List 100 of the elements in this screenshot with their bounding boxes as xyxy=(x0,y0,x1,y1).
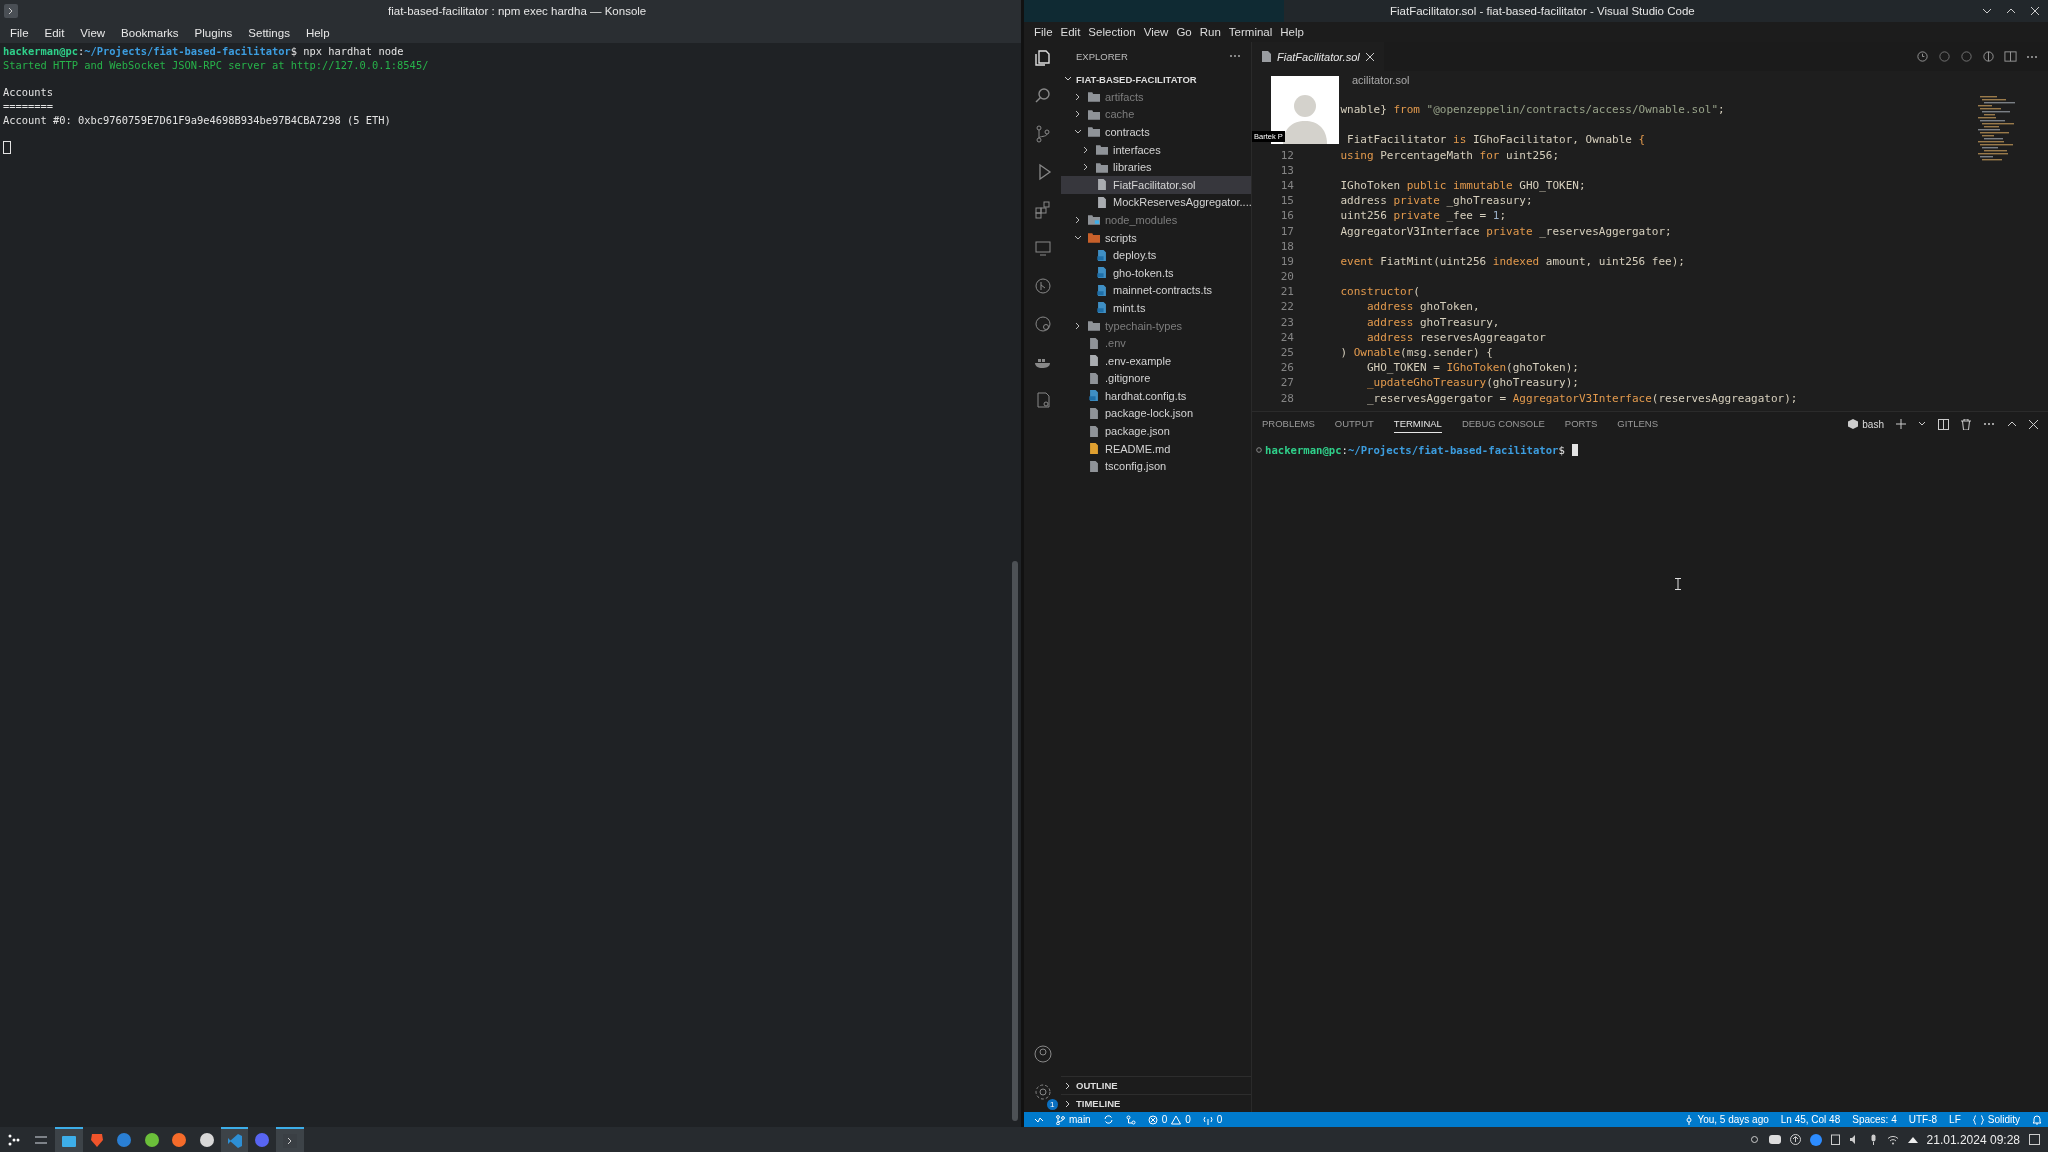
file-tree-item[interactable]: interfaces xyxy=(1061,140,1251,159)
menu-item[interactable]: Edit xyxy=(36,26,73,39)
file-tree-item[interactable]: MockReservesAggregator.... xyxy=(1061,193,1251,212)
sync-icon[interactable] xyxy=(1102,1114,1114,1125)
error-icon xyxy=(1147,1114,1158,1125)
compare-icon[interactable] xyxy=(1982,50,1995,63)
split-editor-icon[interactable] xyxy=(2004,50,2017,63)
code-line: FiatFacilitator is IGhoFacilitator, Ownable { xyxy=(1346,132,1646,148)
file-tree-item[interactable]: gho-token.ts xyxy=(1061,263,1251,282)
window-title: fiat-based-facilitator : npm exec hardha — Konsole xyxy=(388,5,647,17)
file-tree-item[interactable]: mainnet-contracts.ts xyxy=(1061,281,1251,300)
problems-button[interactable]: 0 0 xyxy=(1147,1114,1191,1125)
minimize-icon[interactable] xyxy=(1982,6,1992,16)
file-tree-item[interactable]: libraries xyxy=(1061,158,1251,176)
microphone-icon[interactable] xyxy=(1868,1134,1878,1145)
file-icon xyxy=(1088,337,1100,349)
panel-tab[interactable]: GITLENS xyxy=(1617,415,1658,433)
video-app-icon[interactable] xyxy=(1809,1133,1822,1146)
file-icon xyxy=(1096,267,1108,279)
clipboard-icon[interactable] xyxy=(1830,1134,1840,1145)
menu-item[interactable]: Go xyxy=(1172,26,1196,38)
chevron-down-icon[interactable] xyxy=(1918,420,1926,428)
menu-item[interactable]: Edit xyxy=(1056,26,1085,38)
panel-tab[interactable]: TERMINAL xyxy=(1393,415,1442,433)
branch-button[interactable]: main xyxy=(1056,1114,1091,1125)
graph-icon[interactable] xyxy=(1125,1114,1136,1125)
menu-item[interactable]: Settings xyxy=(240,26,298,39)
chevron-up-icon[interactable] xyxy=(2007,420,2017,428)
close-icon[interactable] xyxy=(1365,52,1374,61)
upload-icon[interactable] xyxy=(1789,1134,1801,1145)
file-tree-item[interactable]: node_modules xyxy=(1061,211,1251,229)
menu-item[interactable]: Selection xyxy=(1084,26,1140,38)
show-desktop-icon[interactable] xyxy=(2029,1134,2040,1145)
cursor-position[interactable]: Ln 45, Col 48 xyxy=(1780,1114,1841,1125)
close-icon[interactable] xyxy=(2029,419,2038,429)
terminal-line: Started HTTP and WebSocket JSON-RPC server at http://127.0.0.1:8545/ xyxy=(3,58,429,73)
panel-tab[interactable]: OUTPUT xyxy=(1334,415,1374,433)
taskbar-app-icon[interactable] xyxy=(275,1127,304,1152)
file-tree-item[interactable]: scripts xyxy=(1061,228,1251,247)
warning-icon xyxy=(1171,1114,1182,1125)
plus-icon[interactable] xyxy=(1896,419,1906,429)
file-tree-item[interactable]: contracts xyxy=(1061,123,1251,141)
bell-icon[interactable] xyxy=(2032,1114,2042,1125)
terminal-shell-button[interactable]: bash xyxy=(1848,418,1884,430)
menu-item[interactable]: Bookmarks xyxy=(113,26,187,39)
extensions-icon[interactable] xyxy=(1032,200,1053,220)
history-icon[interactable] xyxy=(1916,50,1929,63)
menu-item[interactable]: View xyxy=(72,26,114,39)
chat-icon[interactable] xyxy=(1768,1134,1781,1145)
file-tree-item[interactable]: typechain-types xyxy=(1061,316,1251,335)
panel-tab[interactable]: DEBUG CONSOLE xyxy=(1461,415,1545,433)
wifi-icon[interactable] xyxy=(1886,1134,1899,1145)
file-tree-item[interactable]: .env xyxy=(1061,334,1251,352)
menu-item[interactable]: Run xyxy=(1195,26,1225,38)
panel-tab[interactable]: PORTS xyxy=(1564,415,1598,433)
close-icon[interactable] xyxy=(2030,6,2040,16)
folder-header[interactable]: FIAT-BASED-FACILITATOR xyxy=(1061,70,1251,88)
menu-item[interactable]: View xyxy=(1139,26,1173,38)
files-icon[interactable] xyxy=(1032,48,1053,68)
more-icon[interactable] xyxy=(1229,54,1241,58)
file-tree-item[interactable]: FiatFacilitator.sol xyxy=(1061,175,1251,194)
menu-item[interactable]: Help xyxy=(1276,26,1308,38)
file-tree-item[interactable]: mint.ts xyxy=(1061,299,1251,317)
file-tree-item[interactable]: cache xyxy=(1061,105,1251,124)
blame-button[interactable]: You, 5 days ago xyxy=(1685,1114,1769,1125)
account-icon[interactable] xyxy=(1032,1044,1053,1064)
file-tree-item[interactable]: hardhat.config.ts xyxy=(1061,387,1251,405)
collapsed-section[interactable]: OUTLINE xyxy=(1061,1076,1251,1094)
breadcrumb[interactable]: acilitator.sol xyxy=(1352,74,1410,86)
terminal-icon[interactable] xyxy=(4,4,18,18)
line-ending-button[interactable]: LF xyxy=(1949,1114,1961,1125)
indentation-button[interactable]: Spaces: 4 xyxy=(1852,1114,1897,1125)
menu-item[interactable]: File xyxy=(1030,26,1057,38)
taskbar-app-icon[interactable] xyxy=(220,1127,249,1152)
file-icon xyxy=(1088,355,1100,367)
menu-item[interactable]: Help xyxy=(297,26,338,39)
trash-icon[interactable] xyxy=(1961,418,1971,430)
more-icon[interactable] xyxy=(2026,54,2038,59)
panel-tab[interactable]: PROBLEMS xyxy=(1262,415,1315,433)
encoding-button[interactable]: UTF-8 xyxy=(1908,1114,1938,1125)
file-tree-item[interactable]: deploy.ts xyxy=(1061,246,1251,264)
menu-item[interactable]: Plugins xyxy=(186,26,241,39)
clock[interactable]: 21.01.2024 09:28 xyxy=(1926,1132,2020,1147)
maximize-icon[interactable] xyxy=(2006,6,2016,16)
chevron-up-icon[interactable] xyxy=(1907,1136,1918,1143)
ports-button[interactable]: 0 xyxy=(1202,1114,1223,1125)
split-icon[interactable] xyxy=(1938,418,1949,430)
file-tree-item[interactable]: artifacts xyxy=(1061,88,1251,106)
more-icon[interactable] xyxy=(1983,422,1995,426)
file-tree-item[interactable]: package.json xyxy=(1061,422,1251,440)
settings-icon[interactable] xyxy=(1032,1082,1053,1102)
file-tree-item[interactable]: .env-example xyxy=(1061,351,1251,370)
menu-item[interactable]: File xyxy=(2,26,37,39)
file-tree-item[interactable]: .gitignore xyxy=(1061,369,1251,388)
file-tree-item[interactable]: package-lock.json xyxy=(1061,404,1251,423)
file-tree-item[interactable]: tsconfig.json xyxy=(1061,457,1251,476)
menu-item[interactable]: Terminal xyxy=(1224,26,1277,38)
language-button[interactable]: Solidity xyxy=(1972,1114,2020,1125)
scrollbar-thumb[interactable] xyxy=(1012,561,1018,1121)
file-tree-item[interactable]: README.md xyxy=(1061,439,1251,458)
